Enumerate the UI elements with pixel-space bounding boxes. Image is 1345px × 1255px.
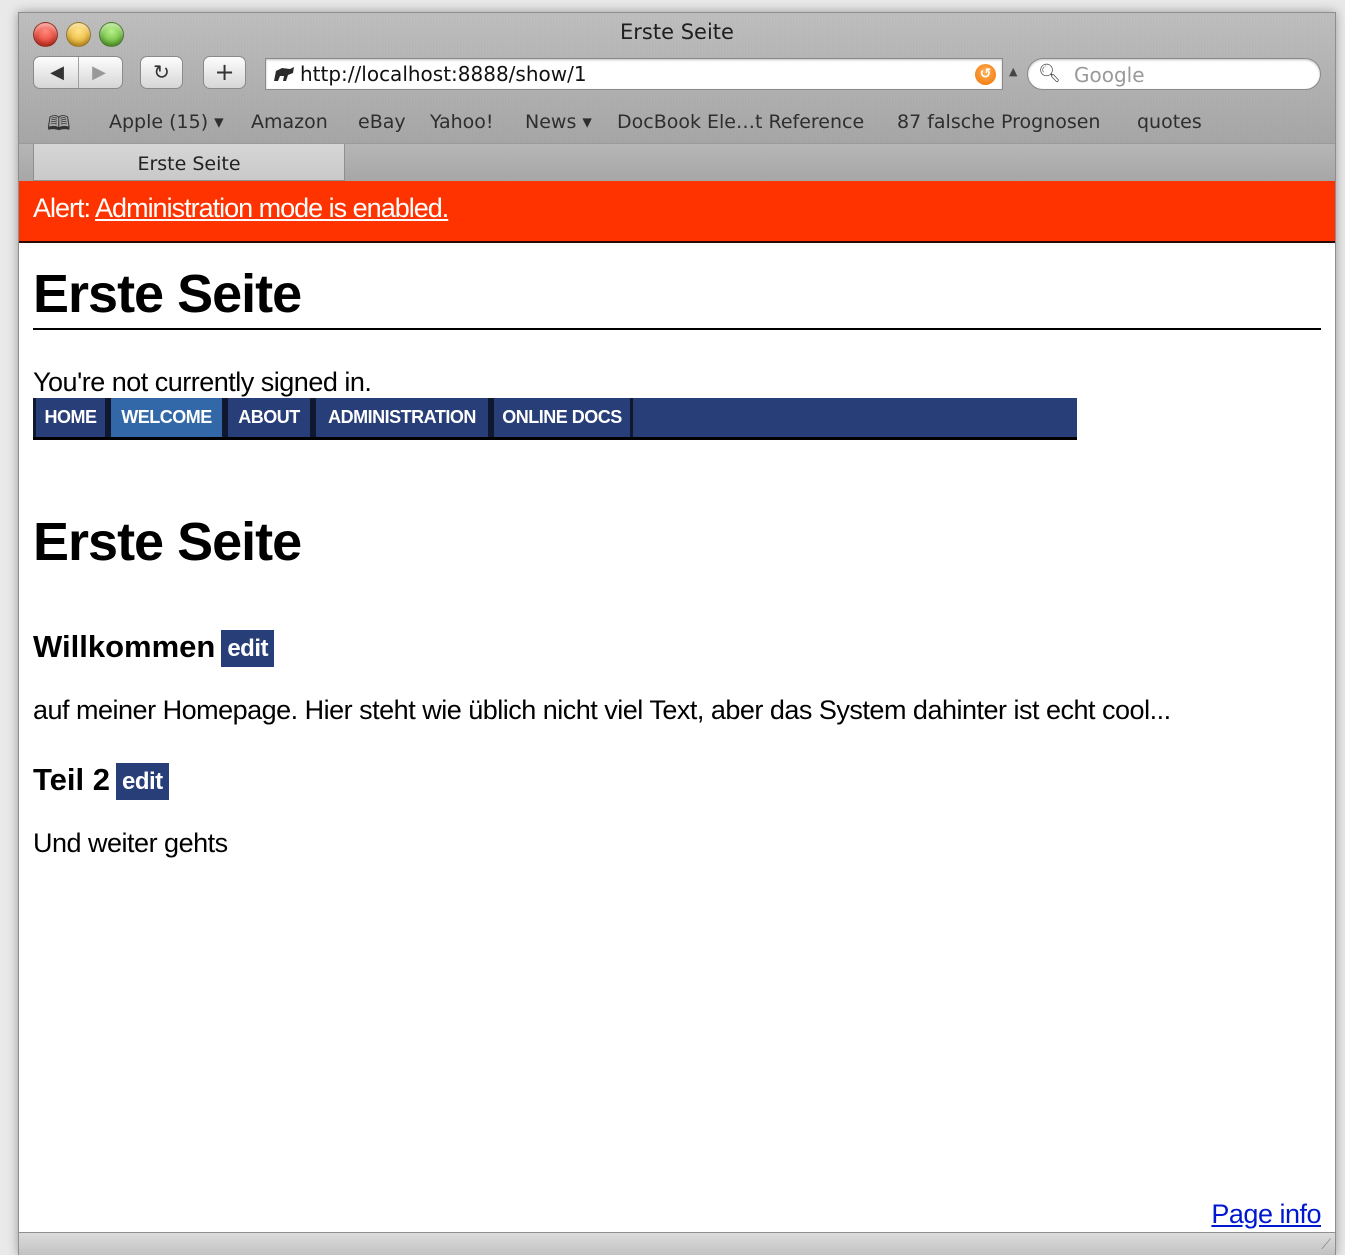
search-icon[interactable]: 🔍︎ — [1038, 63, 1061, 84]
url-text: http://localhost:8888/show/1 — [300, 62, 587, 86]
menu-home[interactable]: HOME — [33, 398, 108, 437]
section-heading-willkommen: Willkommen edit — [33, 629, 274, 668]
favicon-icon — [272, 65, 296, 83]
title-rule — [33, 328, 1321, 330]
bookmark-docbook[interactable]: DocBook Ele…t Reference — [617, 111, 864, 133]
page-title: Erste Seite — [33, 264, 302, 324]
browser-window: Erste Seite ◀ ▶ ↻ + http://localhost:888… — [18, 12, 1336, 1255]
edit-button-teil2[interactable]: edit — [115, 763, 169, 801]
resize-grip-icon[interactable]: ⟋ — [1321, 1237, 1331, 1253]
url-menu-caret-icon[interactable]: ▲ — [1009, 65, 1017, 78]
bookmark-quotes[interactable]: quotes — [1137, 111, 1202, 133]
bookmark-news[interactable]: News ▾ — [525, 111, 592, 133]
main-menu: HOME WELCOME ABOUT ADMINISTRATION ONLINE… — [33, 398, 1077, 440]
menu-welcome[interactable]: WELCOME — [108, 398, 225, 437]
page-info-link[interactable]: Page info — [1211, 1199, 1321, 1229]
address-bar[interactable]: http://localhost:8888/show/1 ↺ — [265, 58, 1003, 90]
back-forward-group: ◀ ▶ — [33, 56, 123, 89]
menu-administration[interactable]: ADMINISTRATION — [313, 398, 491, 437]
window-title: Erste Seite — [620, 20, 734, 44]
bookmarks-book-icon[interactable]: 🕮︎ — [47, 109, 71, 143]
bookmark-apple[interactable]: Apple (15) ▾ — [109, 111, 224, 133]
menu-online-docs[interactable]: ONLINE DOCS — [491, 398, 633, 437]
browser-chrome: Erste Seite ◀ ▶ ↻ + http://localhost:888… — [19, 13, 1335, 182]
bookmarks-bar: 🕮︎ Apple (15) ▾ Amazon eBay Yahoo! News … — [19, 109, 1335, 139]
section-title: Willkommen — [33, 629, 216, 664]
bookmark-ebay[interactable]: eBay — [358, 111, 406, 133]
add-bookmark-button[interactable]: + — [203, 56, 246, 89]
forward-arrow-icon[interactable]: ▶ — [84, 57, 114, 88]
edit-button-willkommen[interactable]: edit — [221, 630, 274, 668]
tab-bar: Erste Seite — [19, 143, 1335, 182]
section-title: Teil 2 — [33, 762, 110, 797]
section-heading-teil2: Teil 2 edit — [33, 762, 169, 801]
reload-icon: ↻ — [153, 60, 170, 84]
plus-icon: + — [214, 58, 235, 86]
status-bar: ⟋ — [19, 1232, 1335, 1255]
back-arrow-icon[interactable]: ◀ — [42, 57, 72, 88]
search-field[interactable]: 🔍︎ Google — [1027, 58, 1321, 90]
bookmark-yahoo[interactable]: Yahoo! — [430, 111, 494, 133]
menu-about[interactable]: ABOUT — [225, 398, 313, 437]
signin-status: You're not currently signed in. — [33, 367, 372, 397]
alert-link[interactable]: Administration mode is enabled. — [95, 193, 449, 223]
snapback-icon[interactable]: ↺ — [975, 64, 996, 85]
tab-erste-seite[interactable]: Erste Seite — [33, 144, 345, 181]
search-placeholder: Google — [1074, 63, 1145, 87]
bookmark-amazon[interactable]: Amazon — [251, 111, 328, 133]
main-heading: Erste Seite — [33, 512, 302, 572]
section-text-willkommen: auf meiner Homepage. Hier steht wie übli… — [33, 695, 1171, 725]
bookmark-prognosen[interactable]: 87 falsche Prognosen — [897, 111, 1100, 133]
reload-button[interactable]: ↻ — [140, 56, 183, 89]
section-text-teil2: Und weiter gehts — [33, 828, 228, 858]
alert-prefix: Alert: — [33, 193, 91, 223]
alert-bar: Alert: Administration mode is enabled. — [19, 181, 1335, 243]
